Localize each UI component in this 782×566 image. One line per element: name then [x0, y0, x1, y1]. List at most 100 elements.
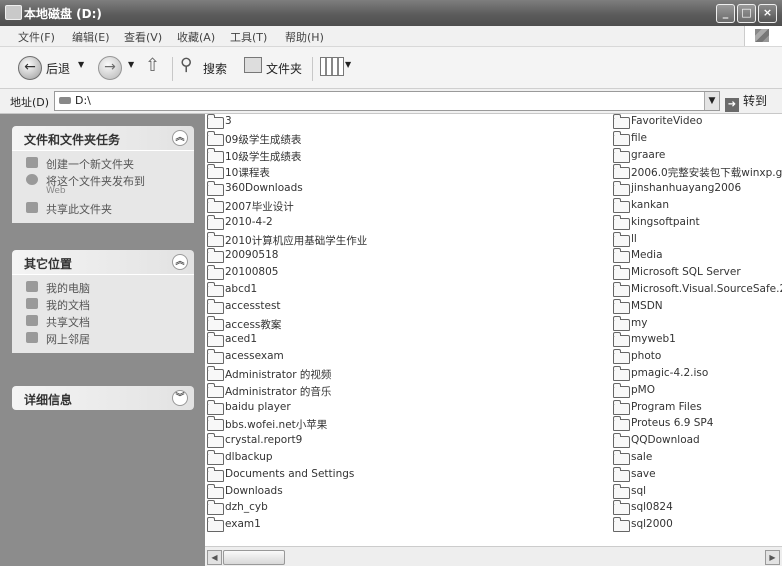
folder-icon — [613, 164, 630, 180]
folder-icon — [207, 298, 224, 314]
folder-name: acessexam — [225, 350, 284, 363]
go-button[interactable]: ➜ 转到 — [725, 92, 767, 112]
place-network[interactable]: 网上邻居 — [12, 330, 194, 347]
horizontal-scrollbar[interactable]: ◀ ▶ — [205, 546, 782, 566]
folder-icon — [207, 449, 224, 465]
network-icon — [26, 332, 38, 343]
folder-name: kankan — [631, 198, 669, 211]
details-panel: 详细信息 ︾ — [12, 386, 194, 410]
up-folder-icon[interactable]: ⇧ — [145, 55, 160, 76]
folder-icon — [613, 265, 630, 281]
folder-name: sql — [631, 484, 647, 497]
folder-icon — [613, 416, 630, 432]
drive-icon — [5, 5, 22, 20]
folder-icon — [207, 483, 224, 499]
minimize-button[interactable]: _ — [716, 4, 735, 23]
folder-name: Downloads — [225, 484, 283, 497]
menu-help[interactable]: 帮助(H) — [285, 29, 324, 45]
folder-icon — [613, 466, 630, 482]
forward-dropdown-icon[interactable]: ▼ — [128, 60, 134, 69]
collapse-chevron-icon[interactable]: ︽ — [172, 254, 188, 270]
views-dropdown-icon[interactable]: ▼ — [345, 60, 351, 69]
folder-name: Program Files — [631, 400, 702, 413]
menu-favorites[interactable]: 收藏(A) — [177, 29, 215, 45]
folder-icon — [613, 147, 630, 163]
folder-name: dzh_cyb — [225, 501, 268, 514]
folder-name: accesstest — [225, 299, 281, 312]
task-publish-web-suffix[interactable]: Web — [12, 186, 194, 200]
folder-name: FavoriteVideo — [631, 115, 703, 127]
task-share-folder[interactable]: 共享此文件夹 — [12, 200, 194, 217]
title-bar[interactable]: 本地磁盘 (D:) _ □ × — [0, 0, 782, 26]
scroll-right-arrow-icon[interactable]: ▶ — [765, 550, 780, 565]
file-list: 3 09级学生成绩表 10级学生成绩表 10课程表 360Downloads 2007毕业… — [205, 114, 782, 546]
folder-name: 10课程表 — [225, 167, 270, 180]
folder-name: Microsoft SQL Server — [631, 266, 741, 279]
address-value: D:\ — [75, 94, 91, 107]
folder-icon — [613, 483, 630, 499]
folder-name: graare — [631, 148, 666, 161]
address-bar: 地址(D) D:\ ▼ ➜ 转到 — [0, 89, 782, 114]
panel-title: 其它位置 — [24, 257, 73, 271]
menu-bar: 文件(F) 编辑(E) 查看(V) 收藏(A) 工具(T) 帮助(H) — [0, 26, 782, 47]
folder-icon — [613, 248, 630, 264]
menu-file[interactable]: 文件(F) — [18, 29, 55, 45]
folder-name: Documents and Settings — [225, 467, 355, 480]
place-my-computer[interactable]: 我的电脑 — [12, 279, 194, 296]
menu-tools[interactable]: 工具(T) — [230, 29, 267, 45]
search-icon[interactable]: ⚲ — [180, 55, 192, 75]
panel-header[interactable]: 文件和文件夹任务 ︽ — [12, 126, 194, 150]
folder-name: pMO — [631, 383, 655, 396]
collapse-chevron-icon[interactable]: ︽ — [172, 130, 188, 146]
forward-arrow-icon[interactable]: → — [98, 56, 122, 80]
toolbar-separator — [312, 57, 313, 81]
scroll-thumb[interactable] — [223, 550, 285, 565]
menu-edit[interactable]: 编辑(E) — [72, 29, 110, 45]
folder-icon — [613, 130, 630, 146]
folder-name: exam1 — [225, 518, 261, 531]
maximize-button[interactable]: □ — [737, 4, 756, 23]
folder-icon — [613, 500, 630, 516]
panel-header[interactable]: 其它位置 ︽ — [12, 250, 194, 274]
folder-icon — [613, 181, 630, 197]
scroll-left-arrow-icon[interactable]: ◀ — [207, 550, 222, 565]
folder-icon — [207, 164, 224, 180]
folder-name: 20090518 — [225, 249, 279, 262]
windows-logo — [744, 26, 782, 46]
panel-body: 创建一个新文件夹 将这个文件夹发布到 Web 共享此文件夹 — [12, 150, 194, 223]
share-folder-icon — [26, 202, 38, 213]
folder-icon — [207, 231, 224, 247]
folders-button[interactable]: 文件夹 — [266, 60, 302, 77]
expand-chevron-icon[interactable]: ︾ — [172, 390, 188, 406]
back-arrow-icon[interactable]: ← — [18, 56, 42, 80]
folder-icon — [613, 349, 630, 365]
folder-name: my — [631, 316, 648, 329]
folder-name: save — [631, 467, 656, 480]
address-dropdown-icon[interactable]: ▼ — [704, 92, 719, 110]
search-button[interactable]: 搜索 — [203, 60, 227, 77]
back-dropdown-icon[interactable]: ▼ — [78, 60, 84, 69]
folder-icon — [207, 349, 224, 365]
folder-name: dlbackup — [225, 450, 273, 463]
folder-icon — [613, 214, 630, 230]
folder-name: QQDownload — [631, 434, 700, 447]
folder-icon — [207, 214, 224, 230]
address-input[interactable]: D:\ ▼ — [54, 91, 720, 111]
task-new-folder[interactable]: 创建一个新文件夹 — [12, 155, 194, 172]
toolbar: ← 后退 ▼ → ▼ ⇧ ⚲ 搜索 文件夹 ▼ — [0, 47, 782, 89]
folder-icon — [207, 181, 224, 197]
place-shared-documents[interactable]: 共享文档 — [12, 313, 194, 330]
task-publish-web[interactable]: 将这个文件夹发布到 — [12, 172, 194, 189]
folder-icon — [207, 281, 224, 297]
close-button[interactable]: × — [758, 4, 777, 23]
back-button-label[interactable]: 后退 — [46, 60, 70, 77]
folder-icon — [207, 315, 224, 331]
place-my-documents[interactable]: 我的文档 — [12, 296, 194, 313]
panel-header[interactable]: 详细信息 ︾ — [12, 386, 194, 410]
folders-icon[interactable] — [244, 57, 262, 73]
menu-view[interactable]: 查看(V) — [124, 29, 162, 45]
folder-icon — [207, 147, 224, 163]
explorer-window: 本地磁盘 (D:) _ □ × 文件(F) 编辑(E) 查看(V) 收藏(A) … — [0, 0, 782, 566]
go-arrow-icon: ➜ — [725, 98, 739, 112]
views-icon[interactable] — [320, 57, 344, 76]
